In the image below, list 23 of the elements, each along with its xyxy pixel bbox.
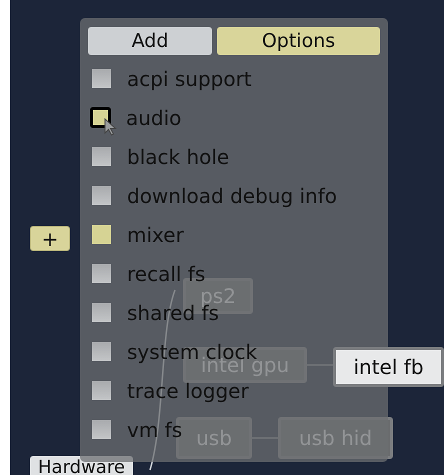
tab[interactable]: Options <box>217 27 380 55</box>
option-label: black hole <box>127 144 230 168</box>
checkbox[interactable] <box>92 264 111 283</box>
option-label: download debug info <box>127 184 337 208</box>
option-label: trace logger <box>127 378 249 402</box>
checkbox[interactable] <box>92 186 111 205</box>
option-label: recall fs <box>127 262 206 286</box>
checkbox[interactable] <box>92 381 111 400</box>
tab[interactable]: Add <box>88 27 212 55</box>
checkbox[interactable] <box>90 107 111 128</box>
checkbox[interactable] <box>92 225 111 244</box>
checkbox[interactable] <box>92 303 111 322</box>
mouse-pointer-icon <box>104 118 118 136</box>
checkbox[interactable] <box>92 420 111 439</box>
option-label: mixer <box>127 222 184 246</box>
graph-node[interactable]: intel fb <box>333 347 444 387</box>
option-label: vm fs <box>127 418 182 442</box>
checkbox[interactable] <box>92 69 111 88</box>
checkbox[interactable] <box>92 342 111 361</box>
option-label: audio <box>126 106 182 130</box>
checkbox[interactable] <box>92 147 111 166</box>
add-button[interactable]: + <box>30 226 70 251</box>
option-label: acpi support <box>127 66 252 90</box>
